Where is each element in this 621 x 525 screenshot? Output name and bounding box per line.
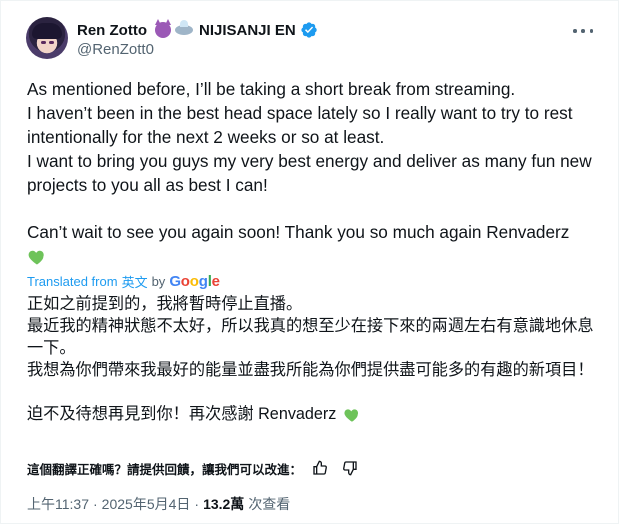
tweet-line: I want to bring you guys my very best en…: [27, 151, 592, 195]
feedback-prompt: 這個翻譯正確嗎？請提供回饋，讓我們可以改進：: [27, 462, 303, 477]
tweet-line: I haven’t been in the best head space la…: [27, 103, 573, 147]
tweet-line: As mentioned before, I’ll be taking a sh…: [27, 79, 516, 99]
tweet-closing-text: Can’t wait to see you again soon! Thank …: [27, 222, 570, 242]
more-options-icon[interactable]: [571, 23, 595, 39]
meta-separator: ·: [194, 496, 200, 512]
green-heart-icon: [28, 251, 44, 265]
translated-line: 最近我的精神狀態不太好，所以我真的想至少在接下來的兩週左右有意識地休息一下。: [27, 317, 594, 357]
avatar-eye-left: [41, 41, 46, 44]
author-handle[interactable]: @RenZott0: [77, 41, 154, 58]
thumbs-up-icon[interactable]: [308, 458, 332, 478]
google-logo: Google: [169, 272, 220, 290]
translated-from-text[interactable]: Translated from: [27, 274, 118, 289]
tweet-time[interactable]: 上午11:37: [27, 494, 89, 514]
tweet-original-text: As mentioned before, I’ll be taking a sh…: [27, 77, 597, 268]
translated-closing-line: 迫不及待想再見到你！再次感謝 Renvaderz: [27, 403, 597, 425]
source-language[interactable]: 英文: [122, 272, 148, 291]
tweet-card: Ren Zotto NIJISANJI EN @RenZott0 As ment…: [0, 0, 619, 524]
tweet-translation: 正如之前提到的，我將暫時停止直播。 最近我的精神狀態不太好，所以我真的想至少在接…: [27, 293, 597, 425]
translated-from-label: Translated from 英文 by Google: [27, 272, 220, 290]
smiling-devil-icon: [154, 19, 171, 38]
translation-feedback: 這個翻譯正確嗎？請提供回饋，讓我們可以改進：: [27, 458, 362, 478]
views-count: 13.2萬: [203, 496, 245, 512]
meta-separator: ·: [93, 496, 98, 512]
tweet-meta: 上午11:37 · 2025年5月4日 · 13.2萬 次查看: [27, 494, 290, 514]
tweet-date[interactable]: 2025年5月4日: [102, 494, 191, 514]
translated-closing-text: 迫不及待想再見到你！再次感謝 Renvaderz: [27, 405, 337, 423]
avatar-eye-right: [49, 41, 54, 44]
heart-line: [27, 244, 597, 268]
ufo-icon: [174, 20, 193, 35]
translation-by-text: by: [151, 273, 166, 289]
thumbs-down-icon[interactable]: [338, 458, 362, 478]
verified-badge-icon[interactable]: [300, 21, 318, 39]
green-heart-icon: [344, 409, 358, 422]
translated-line: 我想為你們帶來我最好的能量並盡我所能為你們提供盡可能多的有趣的新項目！: [27, 361, 594, 379]
author-display-name[interactable]: Ren Zotto: [77, 22, 147, 39]
author-name-row[interactable]: Ren Zotto NIJISANJI EN: [77, 19, 318, 41]
author-affiliation[interactable]: NIJISANJI EN: [199, 22, 296, 39]
views-label: 次查看: [248, 496, 291, 512]
avatar[interactable]: [26, 17, 68, 59]
translated-line: 正如之前提到的，我將暫時停止直播。: [27, 295, 303, 313]
avatar-hair: [32, 23, 62, 39]
tweet-closing-line: Can’t wait to see you again soon! Thank …: [27, 220, 597, 244]
